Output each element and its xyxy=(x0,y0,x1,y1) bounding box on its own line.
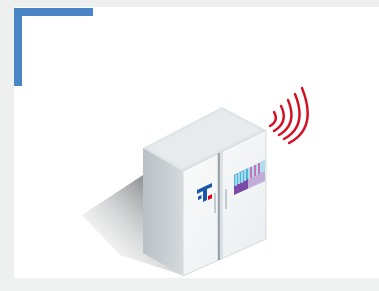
wireless-signal-icon xyxy=(268,86,309,145)
cabinet-illustration xyxy=(82,86,309,277)
